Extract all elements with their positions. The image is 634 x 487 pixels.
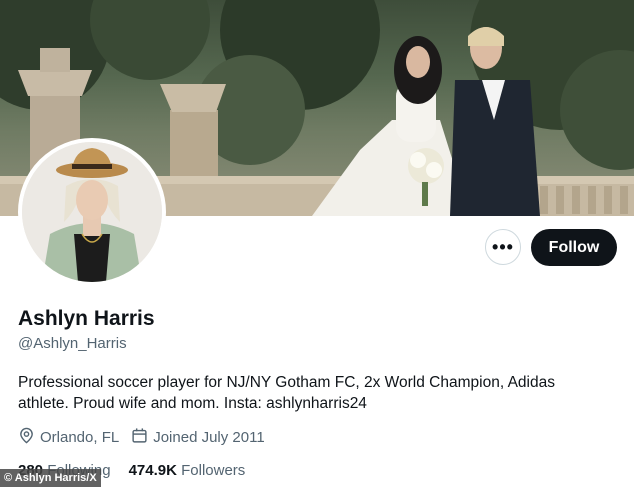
avatar-photo — [22, 142, 162, 282]
profile-bio: Professional soccer player for NJ/NY Got… — [18, 374, 555, 412]
calendar-icon — [131, 427, 148, 448]
joined-text: Joined July 2011 — [153, 429, 265, 446]
profile-joined: Joined July 2011 — [131, 427, 265, 448]
followers-label: Followers — [181, 462, 246, 479]
profile-location: Orlando, FL — [18, 427, 119, 448]
profile-avatar[interactable] — [18, 138, 166, 286]
location-pin-icon — [18, 427, 35, 448]
more-options-button[interactable]: ••• — [485, 229, 521, 265]
more-options-label: ••• — [492, 236, 514, 257]
image-credit-watermark: © Ashlyn Harris/X — [0, 469, 101, 487]
followers-link[interactable]: 474.9K Followers — [129, 462, 246, 479]
profile-display-name: Ashlyn Harris — [18, 307, 155, 330]
follow-button[interactable]: Follow — [531, 229, 617, 266]
location-text: Orlando, FL — [40, 429, 120, 446]
profile-handle: @Ashlyn_Harris — [18, 335, 127, 352]
profile-meta: Orlando, FL Joined July 2011 — [18, 427, 265, 448]
followers-count: 474.9K — [128, 462, 177, 479]
